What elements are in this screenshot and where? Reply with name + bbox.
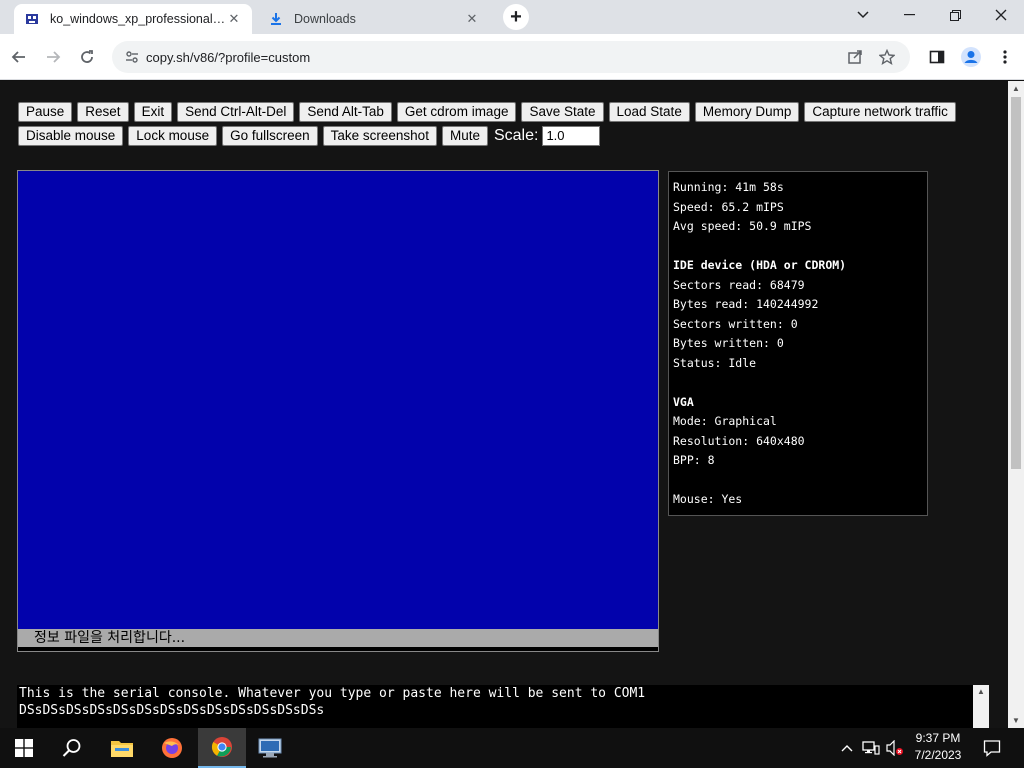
tab-v86[interactable]: ko_windows_xp_professional_k... ✕ — [14, 4, 252, 34]
load-state-button[interactable]: Load State — [608, 101, 690, 122]
vga-bpp: BPP: 8 — [673, 453, 715, 467]
kebab-menu-icon[interactable] — [990, 42, 1020, 72]
vga-resolution: Resolution: 640x480 — [673, 433, 805, 448]
ide-status: Status: Idle — [673, 355, 757, 370]
lock-mouse-button[interactable]: Lock mouse — [128, 125, 218, 146]
disable-mouse-button[interactable]: Disable mouse — [18, 125, 124, 146]
get-cdrom-image-button[interactable]: Get cdrom image — [396, 101, 517, 122]
tab-title: Downloads — [294, 12, 356, 26]
tab-strip: ko_windows_xp_professional_k... ✕ Downlo… — [0, 0, 1024, 34]
url-text: copy.sh/v86/?profile=custom — [146, 49, 311, 65]
forward-arrow-icon[interactable] — [38, 42, 68, 72]
download-icon — [268, 11, 284, 27]
new-tab-button[interactable]: + — [502, 4, 530, 30]
side-panel-icon[interactable] — [922, 42, 952, 72]
running-time: Running: 41m 58s — [673, 180, 784, 194]
volume-muted-icon[interactable] — [884, 728, 906, 768]
save-state-button[interactable]: Save State — [521, 101, 604, 122]
restore-button[interactable] — [932, 0, 978, 30]
bookmark-star-icon[interactable] — [872, 42, 902, 72]
tab-title: ko_windows_xp_professional_k... — [50, 12, 226, 26]
scroll-up-arrow-icon[interactable]: ▲ — [1012, 84, 1020, 93]
vm-screen-bottom-edge — [18, 647, 658, 651]
start-windows-icon[interactable] — [0, 728, 48, 768]
chrome-icon[interactable] — [198, 728, 246, 768]
capture-network-traffic-button[interactable]: Capture network traffic — [804, 101, 956, 122]
address-bar[interactable]: copy.sh/v86/?profile=custom — [112, 41, 910, 73]
browser-toolbar: copy.sh/v86/?profile=custom — [0, 34, 1024, 80]
scrollbar-thumb[interactable] — [1011, 97, 1021, 469]
sectors-written: Sectors written: 0 — [673, 316, 798, 331]
back-arrow-icon[interactable] — [4, 42, 34, 72]
v86-page: Pause Reset Exit Send Ctrl-Alt-Del Send … — [0, 81, 1008, 728]
memory-dump-button[interactable]: Memory Dump — [694, 101, 800, 122]
scroll-up-arrow-icon[interactable]: ▲ — [977, 687, 985, 696]
share-icon[interactable] — [840, 42, 870, 72]
take-screenshot-button[interactable]: Take screenshot — [322, 125, 437, 146]
vm-screen[interactable]: 정보 파일을 처리합니다... — [17, 170, 659, 652]
send-alt-tab-button[interactable]: Send Alt-Tab — [299, 101, 392, 122]
ide-header: IDE device (HDA or CDROM) — [673, 258, 847, 272]
reload-icon[interactable] — [72, 42, 102, 72]
emulator-controls: Pause Reset Exit Send Ctrl-Alt-Del Send … — [18, 101, 998, 149]
file-explorer-icon[interactable] — [98, 728, 146, 768]
clock-date: 7/2/2023 — [914, 748, 962, 762]
close-icon[interactable]: ✕ — [226, 11, 242, 27]
speed: Speed: 65.2 mIPS — [673, 199, 784, 214]
bytes-read: Bytes read: 140244992 — [673, 297, 819, 311]
profile-avatar-icon[interactable] — [956, 42, 986, 72]
sectors-read: Sectors read: 68479 — [673, 277, 805, 292]
chevron-up-icon[interactable] — [838, 728, 856, 768]
clock-time: 9:37 PM — [915, 731, 961, 745]
plus-icon: + — [503, 4, 529, 30]
mute-button[interactable]: Mute — [441, 125, 488, 146]
emulator-info-panel: Running: 41m 58s Speed: 65.2 mIPS Avg sp… — [668, 171, 928, 516]
controls-row-1: Pause Reset Exit Send Ctrl-Alt-Del Send … — [18, 101, 998, 122]
search-icon[interactable] — [48, 728, 96, 768]
pause-button[interactable]: Pause — [18, 101, 73, 122]
scale-label: Scale: — [493, 126, 539, 144]
close-window-button[interactable] — [978, 0, 1024, 30]
serial-console[interactable]: This is the serial console. Whatever you… — [17, 685, 973, 728]
go-fullscreen-button[interactable]: Go fullscreen — [222, 125, 318, 146]
firefox-icon[interactable] — [148, 728, 196, 768]
bytes-written: Bytes written: 0 — [673, 336, 784, 350]
serial-line: DSsDSsDSsDSsDSsDSsDSsDSsDSsDSsDSsDSsDSs — [19, 703, 325, 718]
vga-header: VGA — [673, 394, 694, 409]
serial-scrollbar[interactable]: ▲ — [973, 685, 989, 728]
remote-desktop-icon[interactable] — [246, 728, 294, 768]
scale-input[interactable] — [542, 125, 601, 146]
close-icon[interactable]: ✕ — [464, 11, 480, 27]
send-ctrl-alt-del-button[interactable]: Send Ctrl-Alt-Del — [177, 101, 295, 122]
notifications-icon[interactable] — [976, 728, 1008, 768]
site-info-icon[interactable] — [122, 47, 142, 67]
page-scrollbar[interactable]: ▲ ▼ — [1008, 81, 1024, 728]
windows-taskbar: 9:37 PM 7/2/2023 — [0, 728, 1024, 768]
minimize-button[interactable] — [886, 0, 932, 30]
scroll-down-arrow-icon[interactable]: ▼ — [1012, 716, 1020, 725]
mouse-status: Mouse: Yes — [673, 492, 743, 506]
v86-favicon-icon — [24, 11, 40, 27]
vga-mode: Mode: Graphical — [673, 414, 777, 428]
vm-setup-status-bar: 정보 파일을 처리합니다... — [18, 629, 658, 647]
controls-row-2: Disable mouse Lock mouse Go fullscreen T… — [18, 125, 998, 146]
network-icon[interactable] — [860, 728, 882, 768]
tab-downloads[interactable]: Downloads ✕ — [258, 4, 490, 34]
exit-button[interactable]: Exit — [133, 101, 173, 122]
avg-speed: Avg speed: 50.9 mIPS — [673, 219, 812, 233]
system-clock[interactable]: 9:37 PM 7/2/2023 — [906, 730, 970, 766]
tab-search-icon[interactable] — [840, 0, 886, 30]
serial-line: This is the serial console. Whatever you… — [19, 686, 646, 701]
reset-button[interactable]: Reset — [77, 101, 129, 122]
